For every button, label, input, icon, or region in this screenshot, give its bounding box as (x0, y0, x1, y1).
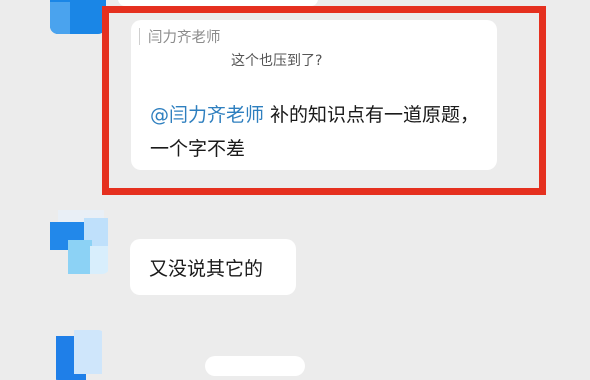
avatar-middle[interactable] (50, 210, 110, 274)
avatar-top[interactable] (50, 0, 106, 34)
reply-message-text: 又没说其它的 (149, 258, 264, 280)
message-text: @闫力齐老师 补的知识点有一道原题，一个字不差 (150, 98, 482, 166)
message-bubble-previous (118, 0, 318, 6)
message-bubble-next (205, 356, 305, 376)
quoted-author-name: 闫力齐老师 (139, 26, 221, 47)
avatar-bottom[interactable] (50, 330, 106, 380)
quoted-message-text: 这个也压到了? (231, 53, 323, 69)
mention-link[interactable]: @闫力齐老师 (150, 104, 264, 126)
